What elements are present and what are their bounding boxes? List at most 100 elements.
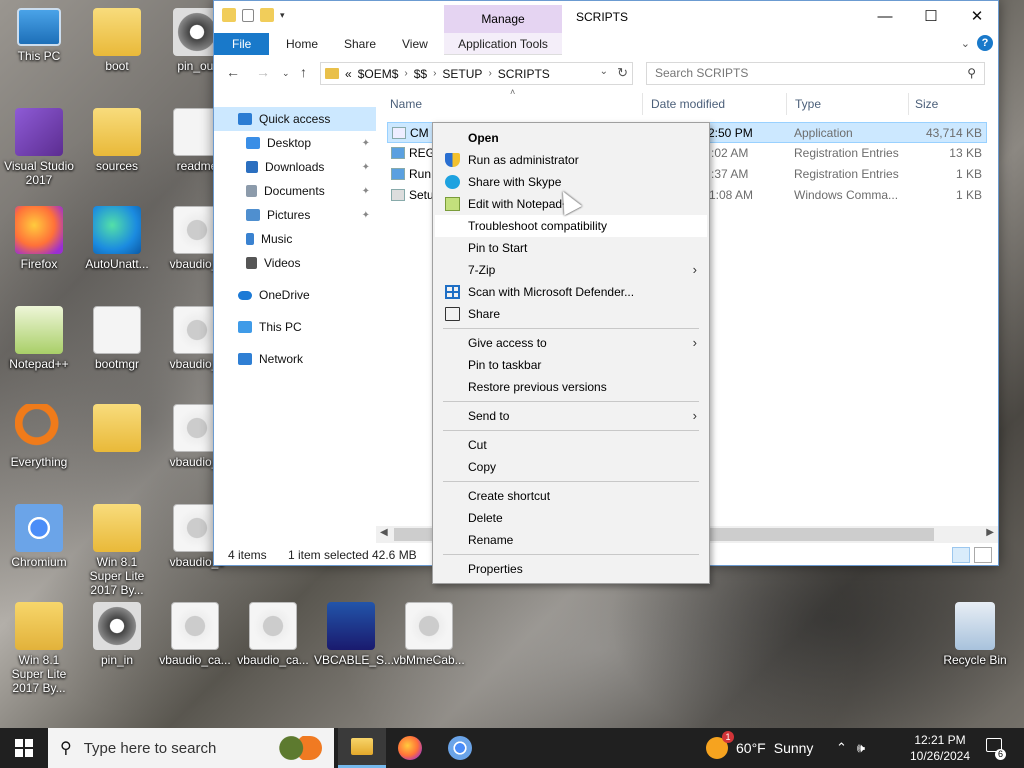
desktop-icon-autounattend[interactable]: AutoUnatt... [80,206,154,271]
nav-videos[interactable]: Videos [214,251,376,275]
volume-icon[interactable]: 🕪 [857,740,865,756]
desktop-icon-vbmme[interactable]: vbMmeCab... [392,602,466,667]
breadcrumb-separator-icon[interactable]: › [433,68,436,79]
column-size[interactable]: Size [915,97,938,111]
desktop-icon-boot[interactable]: boot [80,8,154,73]
forward-arrow-icon[interactable]: → [256,64,270,80]
desktop-icon-zip-folder[interactable] [80,404,154,455]
breadcrumb-separator-icon[interactable]: › [404,68,407,79]
taskbar-file-explorer[interactable] [338,728,386,768]
tab-file[interactable]: File [214,33,270,55]
menu-item-cut[interactable]: Cut [435,434,707,456]
refresh-icon[interactable]: ↻ [617,65,628,81]
expand-ribbon-chevron-icon[interactable]: ⌄ [961,37,970,50]
breadcrumb-segment[interactable]: $$ [414,67,427,81]
title-bar[interactable]: ▾ Manage SCRIPTS — ☐ ✕ [214,1,998,33]
details-view-icon[interactable] [952,547,970,563]
menu-item-delete[interactable]: Delete [435,507,707,529]
notification-center-button[interactable]: 6 [982,738,1006,760]
large-icons-view-icon[interactable] [974,547,992,563]
taskbar-search-box[interactable]: ⚲ Type here to search [48,728,334,768]
customize-toolbar-icon[interactable]: ▾ [280,10,285,21]
breadcrumb-segment[interactable]: $OEM$ [358,67,399,81]
menu-item-send-to[interactable]: Send to › [435,405,707,427]
nav-pictures[interactable]: Pictures ✦ [214,203,376,227]
maximize-button[interactable]: ☐ [908,1,954,31]
desktop-icon-vbaudio-6[interactable]: vbaudio_ca... [236,602,310,667]
nav-quick-access[interactable]: Quick access [214,107,376,131]
weather-widget[interactable]: 1 60°F Sunny [706,728,813,768]
menu-item-run-as-admin[interactable]: Run as administrator [435,149,707,171]
up-arrow-icon[interactable]: ↑ [300,64,307,80]
scroll-right-icon[interactable]: ▶ [986,527,994,538]
desktop-icon-everything[interactable]: Everything [2,404,76,469]
menu-item-open[interactable]: Open [435,127,707,149]
tab-application-tools[interactable]: Application Tools [444,33,562,55]
desktop-icon-vbaudio-5[interactable]: vbaudio_ca... [158,602,232,667]
show-hidden-icons-chevron-icon[interactable]: ⌃ [836,740,847,756]
desktop-icon-this-pc[interactable]: This PC [2,8,76,63]
column-date-modified[interactable]: Date modified [651,97,725,111]
properties-icon[interactable] [242,8,254,22]
desktop-icon-firefox[interactable]: Firefox [2,206,76,271]
recent-locations-chevron-icon[interactable]: ⌄ [282,68,290,79]
menu-item-copy[interactable]: Copy [435,456,707,478]
tab-home[interactable]: Home [272,33,332,55]
column-type[interactable]: Type [795,97,821,111]
tab-share[interactable]: Share [330,33,390,55]
nav-music[interactable]: Music [214,227,376,251]
clock[interactable]: 12:21 PM 10/26/2024 [902,732,978,764]
help-icon[interactable]: ? [977,35,993,51]
start-button[interactable] [0,728,48,768]
menu-item-troubleshoot[interactable]: Troubleshoot compatibility [435,215,707,237]
desktop-icon-bootmgr[interactable]: bootmgr [80,306,154,371]
desktop-icon-chromium[interactable]: Chromium [2,504,76,569]
menu-item-pin-taskbar[interactable]: Pin to taskbar [435,354,707,376]
menu-item-rename[interactable]: Rename [435,529,707,551]
column-name[interactable]: Name [390,97,422,111]
search-input[interactable]: Search SCRIPTS ⚲ [646,62,985,85]
manage-context-tab[interactable]: Manage [444,5,562,33]
nav-downloads[interactable]: Downloads ✦ [214,155,376,179]
desktop-icon-recycle-bin[interactable]: Recycle Bin [938,602,1012,667]
scroll-left-icon[interactable]: ◀ [380,527,388,538]
menu-item-7zip[interactable]: 7-Zip › [435,259,707,281]
nav-desktop[interactable]: Desktop ✦ [214,131,376,155]
close-button[interactable]: ✕ [954,1,1000,31]
desktop-icon-visual-studio[interactable]: Visual Studio 2017 [2,108,76,187]
menu-item-restore-versions[interactable]: Restore previous versions [435,376,707,398]
nav-documents[interactable]: Documents ✦ [214,179,376,203]
column-divider[interactable] [908,93,909,115]
breadcrumb-separator-icon[interactable]: › [488,68,491,79]
menu-item-give-access[interactable]: Give access to › [435,332,707,354]
column-divider[interactable] [642,93,643,115]
menu-item-share[interactable]: Share [435,303,707,325]
desktop-icon-vbcable[interactable]: VBCABLE_S... [314,602,394,667]
back-arrow-icon[interactable]: ← [226,64,240,80]
desktop-icon-win81-iso[interactable]: Win 8.1 Super Lite 2017 By... [2,602,76,695]
menu-item-create-shortcut[interactable]: Create shortcut [435,485,707,507]
new-folder-icon[interactable] [260,8,274,22]
menu-item-defender[interactable]: Scan with Microsoft Defender... [435,281,707,303]
minimize-button[interactable]: — [862,1,908,31]
address-bar[interactable]: « $OEM$ › $$ › SETUP › SCRIPTS ⌄ ↻ [320,62,633,85]
desktop-icon-win81-folder[interactable]: Win 8.1 Super Lite 2017 By... [80,504,154,597]
menu-item-properties[interactable]: Properties [435,558,707,580]
menu-item-pin-to-start[interactable]: Pin to Start [435,237,707,259]
breadcrumb-segment[interactable]: SCRIPTS [498,67,550,81]
nav-network[interactable]: Network [214,347,376,371]
taskbar-chromium[interactable] [436,728,484,768]
folder-icon[interactable] [222,8,236,22]
nav-onedrive[interactable]: OneDrive [214,283,376,307]
column-divider[interactable] [786,93,787,115]
breadcrumb-segment[interactable]: SETUP [442,67,482,81]
desktop-icon-sources[interactable]: sources [80,108,154,173]
address-dropdown-icon[interactable]: ⌄ [600,66,608,77]
desktop-icon-notepadpp[interactable]: Notepad++ [2,306,76,371]
uac-shield-icon [445,153,460,167]
address-overflow[interactable]: « [345,67,352,81]
desktop-icon-pin-in[interactable]: pin_in [80,602,154,667]
nav-this-pc[interactable]: This PC [214,315,376,339]
taskbar-firefox[interactable] [386,728,434,768]
tab-view[interactable]: View [388,33,442,55]
